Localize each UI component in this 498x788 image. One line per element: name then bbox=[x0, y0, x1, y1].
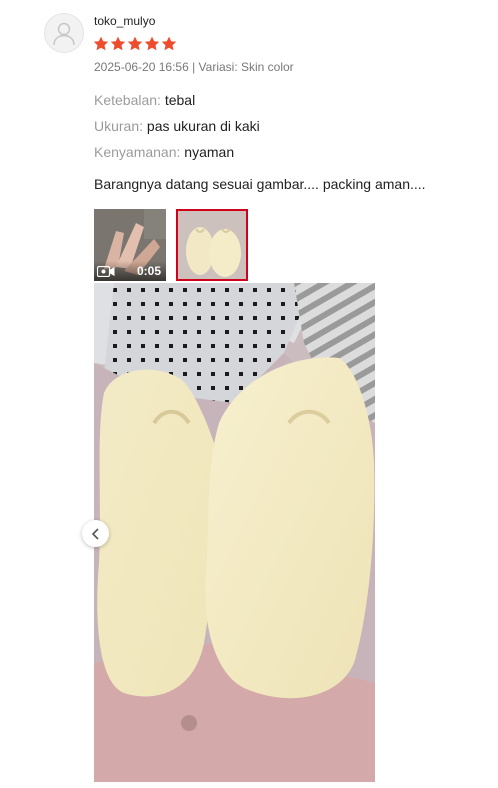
default-user-icon bbox=[53, 22, 75, 46]
video-duration: 0:05 bbox=[136, 264, 161, 278]
previous-image-button[interactable] bbox=[82, 520, 109, 547]
star-icon bbox=[93, 36, 109, 51]
photo-preview-image bbox=[178, 211, 246, 279]
attribute-size: Ukuran: pas ukuran di kaki bbox=[94, 117, 260, 135]
video-camera-icon bbox=[97, 265, 115, 277]
chevron-left-icon bbox=[91, 527, 99, 540]
attribute-key: Ketebalan: bbox=[94, 92, 161, 108]
video-overlay-bar: 0:05 bbox=[94, 261, 166, 281]
attribute-value: pas ukuran di kaki bbox=[146, 118, 260, 134]
video-thumbnail[interactable]: 0:05 bbox=[94, 209, 166, 281]
star-icon bbox=[144, 36, 160, 51]
review-photo-large[interactable] bbox=[94, 283, 375, 782]
attribute-thickness: Ketebalan: tebal bbox=[94, 91, 195, 109]
reviewer-username: toko_mulyo bbox=[94, 14, 156, 28]
review-comment: Barangnya datang sesuai gambar.... packi… bbox=[94, 176, 426, 192]
attribute-key: Ukuran: bbox=[94, 118, 144, 134]
attribute-value: tebal bbox=[164, 92, 196, 108]
rating-stars bbox=[93, 36, 177, 51]
attribute-key: Kenyamanan: bbox=[94, 144, 181, 160]
attribute-comfort: Kenyamanan: nyaman bbox=[94, 143, 234, 161]
photo-thumbnail-selected[interactable] bbox=[176, 209, 248, 281]
review-meta: 2025-06-20 16:56 | Variasi: Skin color bbox=[94, 60, 294, 74]
review-photo bbox=[94, 283, 375, 782]
star-icon bbox=[110, 36, 126, 51]
attribute-value: nyaman bbox=[184, 144, 235, 160]
star-icon bbox=[161, 36, 177, 51]
star-icon bbox=[127, 36, 143, 51]
avatar[interactable] bbox=[44, 13, 84, 53]
